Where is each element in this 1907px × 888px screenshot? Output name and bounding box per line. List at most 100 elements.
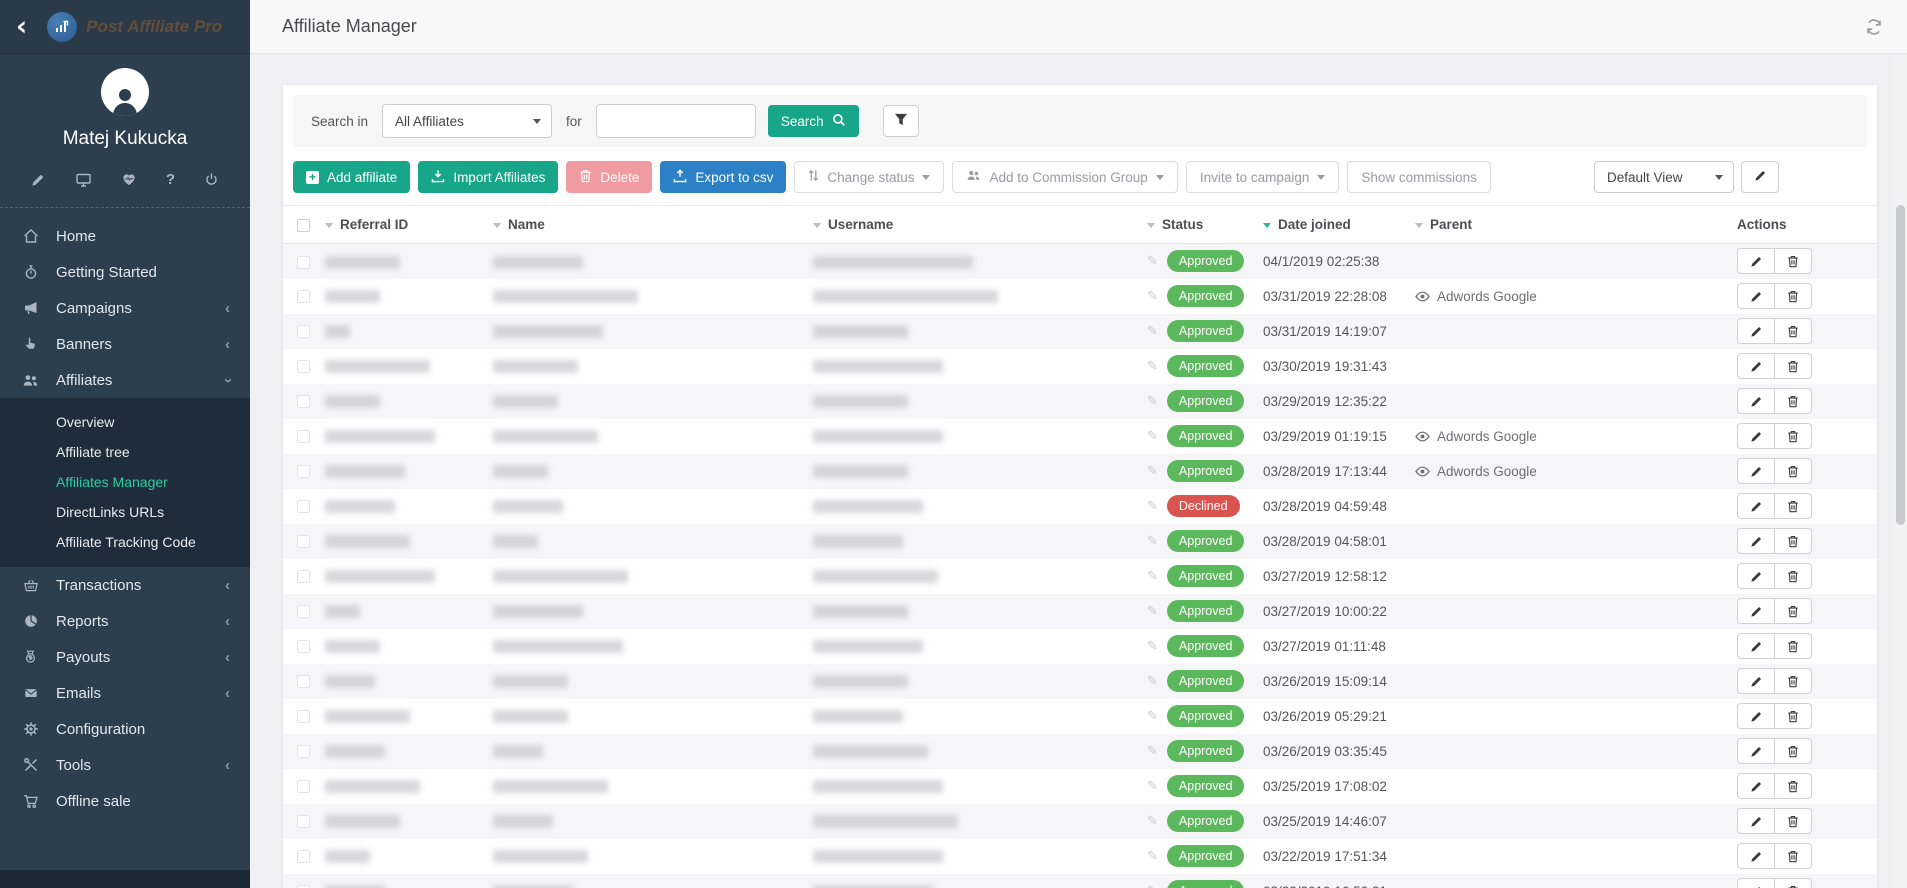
view-select[interactable]: Default View [1594, 161, 1734, 193]
edit-button[interactable] [1737, 493, 1775, 519]
delete-row-button[interactable] [1774, 878, 1812, 888]
eye-icon[interactable] [1415, 431, 1430, 442]
eye-icon[interactable] [1415, 291, 1430, 302]
edit-status-icon[interactable]: ✎ [1147, 569, 1158, 584]
edit-button[interactable] [1737, 878, 1775, 888]
delete-row-button[interactable] [1774, 808, 1812, 834]
row-checkbox[interactable] [297, 570, 310, 583]
edit-button[interactable] [1737, 423, 1775, 449]
delete-row-button[interactable] [1774, 388, 1812, 414]
delete-row-button[interactable] [1774, 248, 1812, 274]
sidebar-item-tools[interactable]: Tools ‹ [0, 747, 250, 783]
edit-status-icon[interactable]: ✎ [1147, 464, 1158, 479]
invite-to-campaign-button[interactable]: Invite to campaign [1186, 161, 1340, 193]
header-referral-id[interactable]: Referral ID [317, 206, 485, 244]
edit-button[interactable] [1737, 458, 1775, 484]
edit-button[interactable] [1737, 353, 1775, 379]
sidebar-item-reports[interactable]: Reports ‹ [0, 603, 250, 639]
heart-pulse-icon[interactable] [121, 172, 137, 187]
row-checkbox[interactable] [297, 465, 310, 478]
edit-status-icon[interactable]: ✎ [1147, 849, 1158, 864]
sidebar-item-configuration[interactable]: Configuration [0, 711, 250, 747]
edit-button[interactable] [1737, 773, 1775, 799]
sidebar-item-offline-sale[interactable]: Offline sale [0, 783, 250, 819]
edit-button[interactable] [1737, 738, 1775, 764]
edit-status-icon[interactable]: ✎ [1147, 394, 1158, 409]
edit-status-icon[interactable]: ✎ [1147, 814, 1158, 829]
delete-row-button[interactable] [1774, 528, 1812, 554]
edit-status-icon[interactable]: ✎ [1147, 744, 1158, 759]
edit-button[interactable] [1737, 598, 1775, 624]
collapse-sidebar-icon[interactable]: ‹ [16, 13, 27, 40]
edit-view-button[interactable] [1741, 161, 1779, 193]
delete-row-button[interactable] [1774, 318, 1812, 344]
import-affiliates-button[interactable]: Import Affiliates [418, 161, 558, 193]
edit-status-icon[interactable]: ✎ [1147, 429, 1158, 444]
add-to-commission-group-button[interactable]: Add to Commission Group [952, 161, 1177, 193]
edit-status-icon[interactable]: ✎ [1147, 359, 1158, 374]
delete-row-button[interactable] [1774, 738, 1812, 764]
help-icon[interactable]: ? [166, 171, 175, 188]
edit-status-icon[interactable]: ✎ [1147, 639, 1158, 654]
change-status-button[interactable]: Change status [794, 161, 944, 193]
export-csv-button[interactable]: Export to csv [660, 161, 786, 193]
sidebar-item-home[interactable]: Home [0, 218, 250, 254]
edit-status-icon[interactable]: ✎ [1147, 254, 1158, 269]
row-checkbox[interactable] [297, 850, 310, 863]
delete-row-button[interactable] [1774, 493, 1812, 519]
sidebar-item-getting-started[interactable]: Getting Started [0, 254, 250, 290]
row-checkbox[interactable] [297, 360, 310, 373]
edit-button[interactable] [1737, 563, 1775, 589]
sidebar-item-payouts[interactable]: Payouts ‹ [0, 639, 250, 675]
search-scope-select[interactable]: All Affiliates [382, 104, 552, 138]
sidebar-item-affiliate-tree[interactable]: Affiliate tree [0, 437, 250, 467]
edit-button[interactable] [1737, 843, 1775, 869]
edit-button[interactable] [1737, 318, 1775, 344]
search-button[interactable]: Search [768, 105, 859, 137]
edit-button[interactable] [1737, 388, 1775, 414]
row-checkbox[interactable] [297, 640, 310, 653]
row-checkbox[interactable] [297, 605, 310, 618]
header-status[interactable]: Status [1139, 206, 1255, 244]
edit-button[interactable] [1737, 248, 1775, 274]
header-name[interactable]: Name [485, 206, 805, 244]
scrollbar-thumb[interactable] [1896, 205, 1905, 525]
sidebar-item-emails[interactable]: Emails ‹ [0, 675, 250, 711]
sidebar-item-directlinks-urls[interactable]: DirectLinks URLs [0, 497, 250, 527]
header-date-joined[interactable]: Date joined [1255, 206, 1407, 244]
row-checkbox[interactable] [297, 535, 310, 548]
row-checkbox[interactable] [297, 325, 310, 338]
edit-status-icon[interactable]: ✎ [1147, 779, 1158, 794]
filter-button[interactable] [883, 105, 919, 137]
row-checkbox[interactable] [297, 710, 310, 723]
edit-button[interactable] [1737, 528, 1775, 554]
header-parent[interactable]: Parent [1407, 206, 1729, 244]
delete-row-button[interactable] [1774, 843, 1812, 869]
sidebar-item-affiliate-tracking-code[interactable]: Affiliate Tracking Code [0, 527, 250, 557]
delete-row-button[interactable] [1774, 563, 1812, 589]
row-checkbox[interactable] [297, 290, 310, 303]
edit-button[interactable] [1737, 703, 1775, 729]
delete-row-button[interactable] [1774, 283, 1812, 309]
edit-button[interactable] [1737, 668, 1775, 694]
select-all-checkbox[interactable] [297, 219, 310, 232]
delete-row-button[interactable] [1774, 458, 1812, 484]
row-checkbox[interactable] [297, 675, 310, 688]
edit-button[interactable] [1737, 283, 1775, 309]
search-input[interactable] [596, 104, 756, 138]
edit-status-icon[interactable]: ✎ [1147, 289, 1158, 304]
edit-status-icon[interactable]: ✎ [1147, 604, 1158, 619]
delete-row-button[interactable] [1774, 668, 1812, 694]
edit-status-icon[interactable]: ✎ [1147, 674, 1158, 689]
delete-row-button[interactable] [1774, 703, 1812, 729]
avatar[interactable] [101, 68, 149, 116]
row-checkbox[interactable] [297, 395, 310, 408]
sidebar-item-affiliates[interactable]: Affiliates ‹ [0, 362, 250, 398]
row-checkbox[interactable] [297, 745, 310, 758]
delete-row-button[interactable] [1774, 773, 1812, 799]
delete-row-button[interactable] [1774, 423, 1812, 449]
edit-button[interactable] [1737, 808, 1775, 834]
edit-status-icon[interactable]: ✎ [1147, 324, 1158, 339]
row-checkbox[interactable] [297, 815, 310, 828]
delete-row-button[interactable] [1774, 598, 1812, 624]
